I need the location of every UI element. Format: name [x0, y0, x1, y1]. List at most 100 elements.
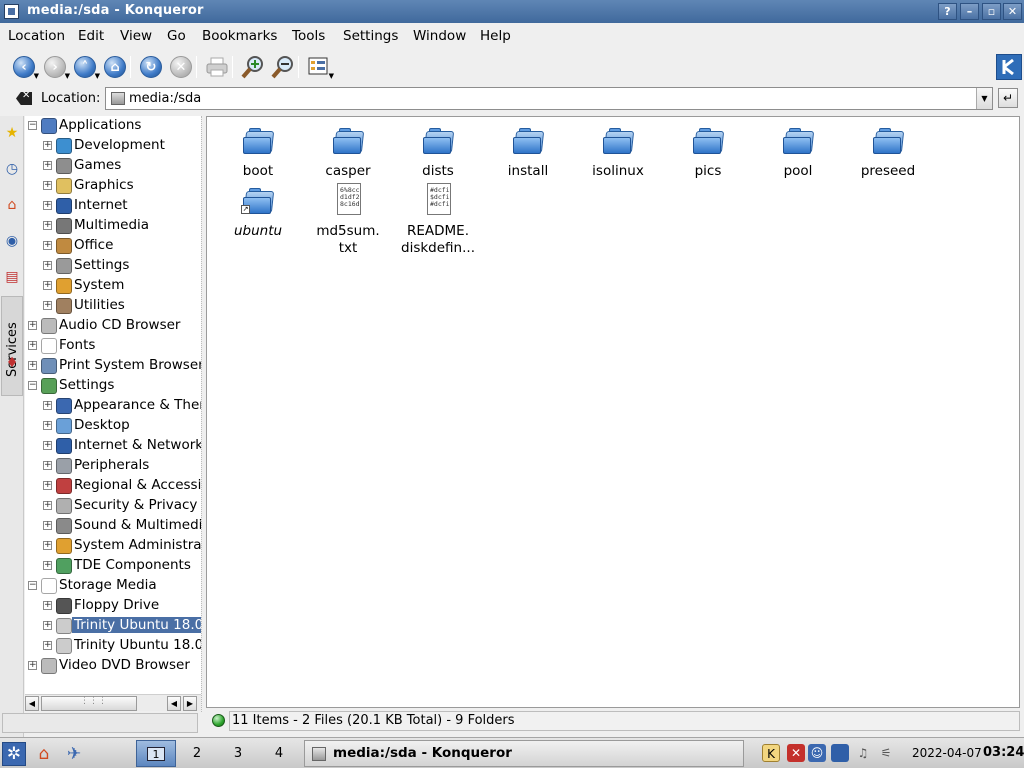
tree-node[interactable]: + System: [25, 276, 201, 296]
expand-toggle-icon[interactable]: +: [43, 501, 52, 510]
expand-toggle-icon[interactable]: +: [43, 301, 52, 310]
title-bar[interactable]: media:/sda - Konqueror ? – ▫ ✕: [0, 0, 1024, 23]
file-item[interactable]: isolinux: [573, 119, 663, 189]
home-button[interactable]: ⌂: [102, 54, 128, 80]
scroll-thumb[interactable]: [41, 696, 137, 711]
file-item[interactable]: #dcfi $dcfi #dcfi README. diskdefin...: [393, 179, 483, 256]
menu-go[interactable]: Go: [167, 28, 186, 44]
close-button[interactable]: ✕: [1003, 3, 1022, 20]
network-tab-icon[interactable]: ◉: [2, 226, 22, 256]
tree-horizontal-scrollbar[interactable]: ◀ ◀ ▶: [25, 694, 201, 711]
view-mode-button[interactable]: ▼: [306, 54, 334, 80]
expand-toggle-icon[interactable]: +: [43, 601, 52, 610]
scroll-left-button[interactable]: ◀: [25, 696, 39, 711]
taskbar-clock[interactable]: 03:24: [983, 745, 1024, 760]
expand-toggle-icon[interactable]: +: [43, 261, 52, 270]
tree-node[interactable]: + Graphics: [25, 176, 201, 196]
expand-toggle-icon[interactable]: +: [43, 421, 52, 430]
desktop-2-button[interactable]: 2: [177, 740, 217, 767]
minimize-button[interactable]: –: [960, 3, 979, 20]
menu-help[interactable]: Help: [480, 28, 511, 44]
tree-node[interactable]: + System Administration: [25, 536, 201, 556]
klipper-tray-icon[interactable]: K: [762, 744, 780, 762]
tree-node[interactable]: + Utilities: [25, 296, 201, 316]
collapse-toggle-icon[interactable]: −: [28, 581, 37, 590]
back-button[interactable]: ‹ ▼: [11, 54, 39, 80]
tree-node[interactable]: + Regional & Accessibility: [25, 476, 201, 496]
desktop-4-button[interactable]: 4: [259, 740, 299, 767]
location-value[interactable]: media:/sda: [129, 91, 201, 106]
expand-toggle-icon[interactable]: +: [43, 481, 52, 490]
scroll-right-button[interactable]: ▶: [183, 696, 197, 711]
desktop-3-button[interactable]: 3: [218, 740, 258, 767]
maximize-button[interactable]: ▫: [982, 3, 1001, 20]
tree-node[interactable]: + Audio CD Browser: [25, 316, 201, 336]
history-tab-icon[interactable]: ◷: [2, 154, 22, 184]
tree-node[interactable]: + Development: [25, 136, 201, 156]
expand-toggle-icon[interactable]: +: [43, 461, 52, 470]
tree-node[interactable]: + Settings: [25, 256, 201, 276]
konqueror-activity-button[interactable]: [996, 54, 1022, 80]
tree-node[interactable]: + Video DVD Browser: [25, 656, 201, 676]
tree-node[interactable]: + Internet & Network: [25, 436, 201, 456]
tree-node[interactable]: + Floppy Drive: [25, 596, 201, 616]
tree-node[interactable]: − Applications: [25, 116, 201, 136]
expand-toggle-icon[interactable]: +: [28, 341, 37, 350]
task-konqueror[interactable]: media:/sda - Konqueror: [304, 740, 744, 767]
location-input[interactable]: media:/sda ▼: [105, 87, 993, 110]
stop-button[interactable]: ✕: [168, 54, 194, 80]
tree-node[interactable]: + Security & Privacy: [25, 496, 201, 516]
file-item[interactable]: 6%8cc d1df2 8c16d md5sum. txt: [303, 179, 393, 256]
expand-toggle-icon[interactable]: +: [28, 361, 37, 370]
services-tab[interactable]: Services: [1, 296, 23, 396]
scroll-left-button-2[interactable]: ◀: [167, 696, 181, 711]
menu-window[interactable]: Window: [413, 28, 466, 44]
user-tray-icon[interactable]: ☺: [808, 744, 826, 762]
network-tray-icon[interactable]: ⚟: [877, 744, 895, 762]
home-folder-tab-icon[interactable]: ⌂: [2, 190, 22, 220]
sound-tray-icon[interactable]: ♫: [854, 744, 872, 762]
expand-toggle-icon[interactable]: +: [28, 321, 37, 330]
file-item[interactable]: install: [483, 119, 573, 189]
go-button[interactable]: ↵: [998, 88, 1018, 108]
tree-node[interactable]: + Print System Browser: [25, 356, 201, 376]
file-item[interactable]: pool: [753, 119, 843, 189]
expand-toggle-icon[interactable]: +: [43, 641, 52, 650]
expand-toggle-icon[interactable]: +: [43, 161, 52, 170]
menu-view[interactable]: View: [120, 28, 152, 44]
expand-toggle-icon[interactable]: +: [43, 241, 52, 250]
expand-toggle-icon[interactable]: +: [43, 441, 52, 450]
tree-node[interactable]: + Desktop: [25, 416, 201, 436]
tree-node[interactable]: + Sound & Multimedia: [25, 516, 201, 536]
expand-toggle-icon[interactable]: +: [43, 621, 52, 630]
tree-node[interactable]: + Games: [25, 156, 201, 176]
up-button[interactable]: ˄ ▼: [72, 54, 100, 80]
tree-node[interactable]: − Storage Media: [25, 576, 201, 596]
tree-node[interactable]: + Peripherals: [25, 456, 201, 476]
tree-node[interactable]: + Trinity Ubuntu 18.04: [25, 636, 201, 656]
location-dropdown-button[interactable]: ▼: [976, 88, 992, 109]
tree-node[interactable]: − Settings: [25, 376, 201, 396]
expand-toggle-icon[interactable]: +: [43, 561, 52, 570]
expand-toggle-icon[interactable]: +: [43, 221, 52, 230]
update-tray-icon[interactable]: ✕: [787, 744, 805, 762]
tree-node[interactable]: + Multimedia: [25, 216, 201, 236]
zoom-in-button[interactable]: [240, 54, 266, 80]
file-item[interactable]: preseed: [843, 119, 933, 189]
zoom-out-button[interactable]: [270, 54, 296, 80]
root-folder-tab-icon[interactable]: ▤: [2, 262, 22, 292]
file-icon-view[interactable]: boot casper dists install isolinux pics pool pr…: [206, 116, 1020, 708]
collapse-toggle-icon[interactable]: −: [28, 381, 37, 390]
menu-edit[interactable]: Edit: [78, 28, 104, 44]
expand-toggle-icon[interactable]: +: [43, 401, 52, 410]
bookmarks-tab-icon[interactable]: ★: [2, 118, 22, 148]
web-browser-launcher-icon[interactable]: ✈: [62, 742, 86, 766]
expand-toggle-icon[interactable]: +: [43, 521, 52, 530]
tree-node[interactable]: + Trinity Ubuntu 18.04: [25, 616, 201, 636]
home-launcher-icon[interactable]: ⌂: [32, 742, 56, 766]
tree-node[interactable]: + Fonts: [25, 336, 201, 356]
expand-toggle-icon[interactable]: +: [28, 661, 37, 670]
menu-tools[interactable]: Tools: [292, 28, 325, 44]
window-menu-icon[interactable]: [4, 4, 19, 19]
expand-toggle-icon[interactable]: +: [43, 181, 52, 190]
